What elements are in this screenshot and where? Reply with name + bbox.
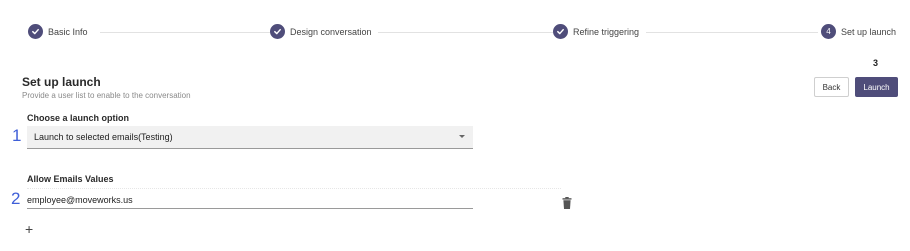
annotation-marker-1: 1 xyxy=(12,126,22,145)
dropdown-caret-icon xyxy=(459,135,465,138)
check-icon xyxy=(553,24,568,39)
stepper-connector xyxy=(378,32,553,33)
launch-button[interactable]: Launch xyxy=(855,77,898,97)
annotation-marker-2: 2 xyxy=(11,189,21,208)
launch-option-label: Choose a launch option xyxy=(27,113,130,123)
page-title: Set up launch xyxy=(22,75,101,89)
stepper-connector xyxy=(646,32,818,33)
step-set-up-launch[interactable]: 4 Set up launch xyxy=(821,24,903,39)
step-basic-info[interactable]: Basic Info xyxy=(28,24,94,39)
allow-emails-label: Allow Emails Values xyxy=(27,174,114,184)
add-email-button[interactable]: + xyxy=(25,222,33,236)
email-list-divider xyxy=(27,188,561,189)
check-icon xyxy=(28,24,43,39)
step-label: Design conversation xyxy=(290,26,372,37)
stepper-connector xyxy=(100,32,270,33)
page-subtitle: Provide a user list to enable to the con… xyxy=(22,91,191,100)
trash-icon[interactable] xyxy=(562,196,572,209)
progress-stepper: Basic Info Design conversation Refine tr… xyxy=(28,24,903,40)
check-icon xyxy=(270,24,285,39)
step-label: Basic Info xyxy=(48,26,88,37)
launch-option-select[interactable]: Launch to selected emails(Testing) xyxy=(27,126,473,149)
step-label: Refine triggering xyxy=(573,26,640,37)
back-button[interactable]: Back xyxy=(814,77,849,97)
step-refine-triggering[interactable]: Refine triggering xyxy=(553,24,646,39)
annotation-marker-3: 3 xyxy=(873,58,879,68)
email-value: employee@moveworks.us xyxy=(27,194,133,205)
launch-option-value: Launch to selected emails(Testing) xyxy=(34,132,173,142)
email-value-field[interactable]: employee@moveworks.us xyxy=(27,191,473,209)
step-label: Set up launch xyxy=(841,26,897,37)
step-number-badge: 4 xyxy=(821,24,836,39)
step-design-conversation[interactable]: Design conversation xyxy=(270,24,378,39)
